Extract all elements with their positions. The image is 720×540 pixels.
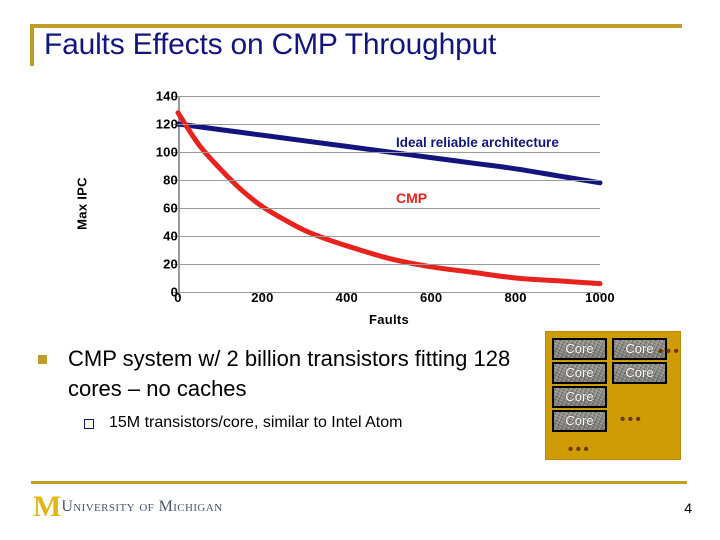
core-grid-ellipsis: ••• xyxy=(620,411,644,428)
chart-x-tick-label: 0 xyxy=(174,290,182,305)
title-accent-bar-left xyxy=(30,24,34,66)
chart-x-tick-label: 400 xyxy=(335,290,358,305)
bullet-primary-text: CMP system w/ 2 billion transistors fitt… xyxy=(68,346,511,401)
chart-gridline xyxy=(178,124,600,125)
core-block: Core xyxy=(552,362,607,384)
bullet-secondary-text: 15M transistors/core, similar to Intel A… xyxy=(109,414,403,431)
chart-annotation-cmp: CMP xyxy=(396,190,428,206)
slide-body: CMP system w/ 2 billion transistors fitt… xyxy=(38,344,538,434)
core-grid-ellipsis: ••• xyxy=(658,343,682,360)
chart-y-tick-label: 120 xyxy=(155,116,178,132)
chart-y-tick-label: 100 xyxy=(155,144,178,160)
university-of-michigan-logo: M University of Michigan xyxy=(33,490,223,523)
logo-wordmark: University of Michigan xyxy=(61,498,223,515)
chart-y-tick-label: 20 xyxy=(163,256,178,272)
bullet-item-secondary: 15M transistors/core, similar to Intel A… xyxy=(84,412,538,434)
core-block: Core xyxy=(552,338,607,360)
core-block: Core xyxy=(552,410,607,432)
page-title: Faults Effects on CMP Throughput xyxy=(44,28,497,61)
chart-x-tick-label: 200 xyxy=(251,290,274,305)
chart-gridline xyxy=(178,180,600,181)
bullet-item-primary: CMP system w/ 2 billion transistors fitt… xyxy=(38,344,538,404)
chart-x-tick-label: 800 xyxy=(504,290,527,305)
footer-rule xyxy=(31,481,687,484)
chart-gridline xyxy=(178,208,600,209)
chart-gridline xyxy=(178,236,600,237)
chart-series-ideal-reliable-architecture xyxy=(175,121,603,186)
chart-y-tick-label: 80 xyxy=(163,172,178,188)
chart-gridline xyxy=(178,264,600,265)
chart-gridline xyxy=(178,96,600,97)
throughput-chart: Max IPC Ideal reliable architecture CMP … xyxy=(75,88,620,338)
chart-y-tick-label: 60 xyxy=(163,200,178,216)
core-block: Core xyxy=(552,386,607,408)
core-block: Core xyxy=(612,362,667,384)
square-bullet-icon xyxy=(38,355,47,364)
block-m-icon: M xyxy=(33,490,61,523)
chart-x-tick-label: 1000 xyxy=(585,290,615,305)
chart-y-tick-label: 140 xyxy=(155,88,178,104)
chart-gridline xyxy=(178,152,600,153)
chart-y-tick-label: 40 xyxy=(163,228,178,244)
chart-x-axis-label: Faults xyxy=(368,312,410,327)
chart-x-tick-label: 600 xyxy=(420,290,443,305)
cmp-core-array-diagram: Core Core Core Core Core Core ••• ••• ••• xyxy=(545,331,681,460)
chart-annotation-ideal: Ideal reliable architecture xyxy=(396,135,559,150)
chart-plot-area: Ideal reliable architecture CMP xyxy=(173,96,603,297)
chart-series-layer xyxy=(175,110,603,287)
chart-y-axis-label: Max IPC xyxy=(74,177,90,230)
page-number: 4 xyxy=(684,500,692,516)
core-grid-ellipsis: ••• xyxy=(568,441,592,458)
hollow-square-bullet-icon xyxy=(84,419,94,429)
